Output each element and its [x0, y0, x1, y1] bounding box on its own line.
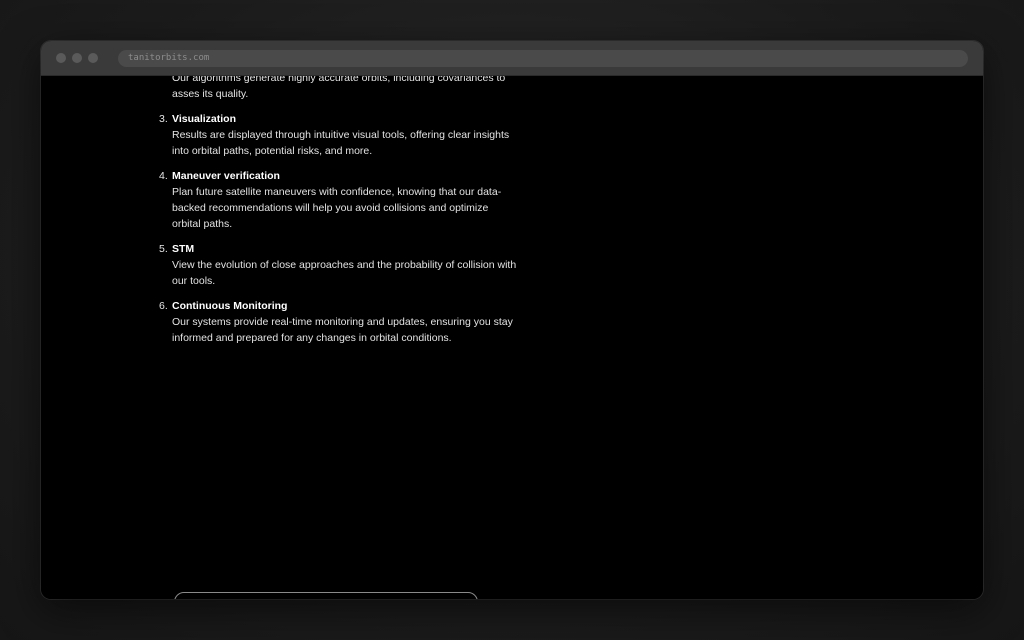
step-description: Our systems provide real-time monitoring… — [172, 316, 513, 344]
minimize-window-dot[interactable] — [72, 53, 82, 63]
step-number: 5. — [159, 243, 168, 255]
step-title: STM — [172, 243, 195, 255]
address-bar-url: tanitorbits.com — [128, 53, 210, 63]
page-content: Our algorithms generate highly accurate … — [41, 76, 983, 599]
process-step-maneuver-verification: 4. Maneuver verification Plan future sat… — [159, 168, 519, 232]
step-description: View the evolution of close approaches a… — [172, 259, 517, 287]
process-steps-list: Our algorithms generate highly accurate … — [159, 76, 519, 355]
close-window-dot[interactable] — [56, 53, 66, 63]
step-number: 6. — [159, 300, 168, 312]
step-title: Visualization — [172, 113, 236, 125]
step-description: Plan future satellite maneuvers with con… — [172, 186, 502, 230]
step-number: 4. — [159, 170, 168, 182]
process-step-continuous-monitoring: 6. Continuous Monitoring Our systems pro… — [159, 298, 519, 346]
step-title: Continuous Monitoring — [172, 300, 288, 312]
browser-titlebar: tanitorbits.com — [41, 41, 983, 76]
address-bar[interactable]: tanitorbits.com — [118, 50, 968, 67]
browser-window: tanitorbits.com Our algorithms generate … — [41, 41, 983, 599]
maximize-window-dot[interactable] — [88, 53, 98, 63]
process-step-stm: 5. STM View the evolution of close appro… — [159, 241, 519, 289]
step-description: Our algorithms generate highly accurate … — [172, 76, 506, 100]
step-description: Results are displayed through intuitive … — [172, 129, 510, 157]
process-step-2: Our algorithms generate highly accurate … — [159, 76, 519, 102]
step-number: 3. — [159, 113, 168, 125]
partially-visible-card[interactable] — [174, 592, 478, 599]
process-step-visualization: 3. Visualization Results are displayed t… — [159, 111, 519, 159]
step-title: Maneuver verification — [172, 170, 280, 182]
